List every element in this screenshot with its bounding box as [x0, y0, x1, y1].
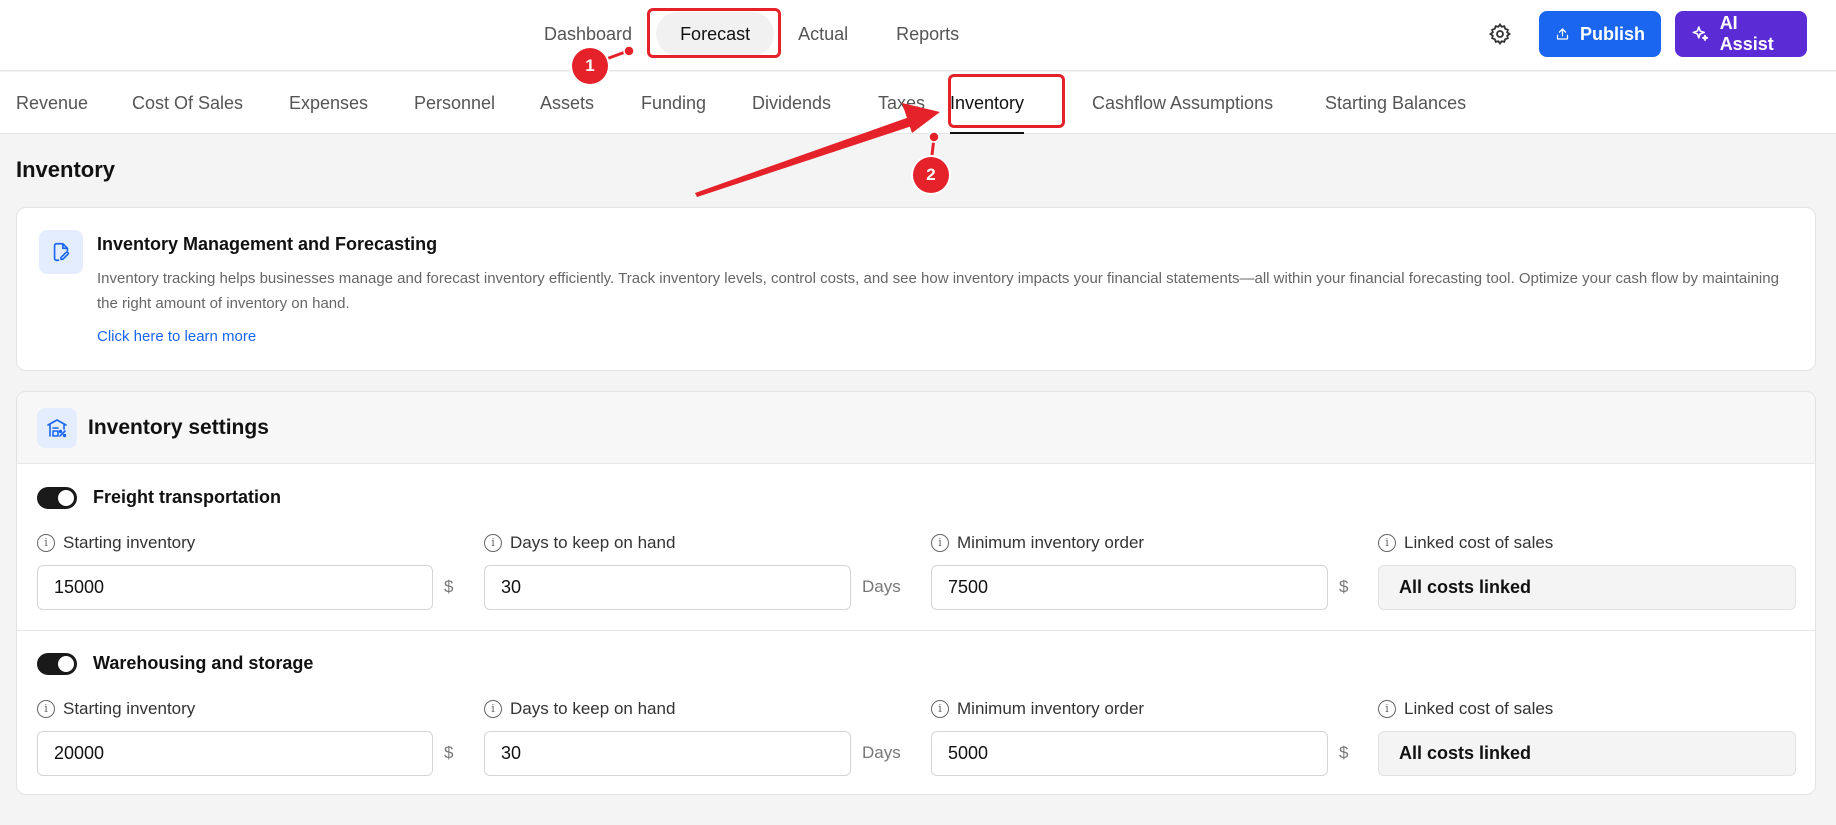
- settings-header: Inventory settings: [17, 392, 1815, 464]
- tab-personnel[interactable]: Personnel: [414, 72, 495, 134]
- warehouse-percent-icon: [37, 408, 77, 448]
- publish-label: Publish: [1579, 23, 1645, 44]
- info-description: Inventory tracking helps businesses mana…: [97, 270, 1779, 312]
- freight-transportation-toggle[interactable]: [37, 487, 77, 509]
- starting-inventory-input[interactable]: 20000: [37, 731, 433, 776]
- annotation-marker-1: 1: [572, 48, 608, 84]
- gear-icon[interactable]: [1488, 22, 1512, 46]
- publish-button[interactable]: Publish: [1539, 11, 1661, 57]
- nav-reports[interactable]: Reports: [872, 12, 983, 56]
- currency-suffix: $: [444, 577, 454, 596]
- ai-assist-label: AI Assist: [1719, 13, 1774, 54]
- section-title: Warehousing and storage: [93, 653, 314, 673]
- section-title: Freight transportation: [93, 487, 281, 507]
- settings-title: Inventory settings: [88, 416, 269, 439]
- tab-cashflow-assumptions[interactable]: Cashflow Assumptions: [1092, 72, 1273, 134]
- info-title: Inventory Management and Forecasting: [97, 234, 438, 254]
- tab-taxes[interactable]: Taxes: [878, 72, 925, 134]
- info-icon[interactable]: i: [1378, 700, 1396, 718]
- days-suffix: Days: [862, 743, 901, 762]
- info-card: Inventory Management and Forecasting Inv…: [16, 207, 1816, 371]
- starting-inventory-input[interactable]: 15000: [37, 565, 433, 610]
- freight-transportation-section: Freight transportation i Starting invento…: [17, 465, 1815, 631]
- top-bar: Dashboard Forecast Actual Reports Publis…: [0, 0, 1836, 71]
- highlight-forecast: [647, 8, 781, 58]
- warehousing-storage-section: Warehousing and storage i Starting invent…: [17, 631, 1815, 794]
- minimum-order-label: i Minimum inventory order: [931, 699, 1144, 719]
- document-edit-icon: [39, 230, 83, 274]
- tab-cost-of-sales[interactable]: Cost Of Sales: [132, 72, 243, 134]
- nav-actual[interactable]: Actual: [774, 12, 872, 56]
- days-on-hand-label: i Days to keep on hand: [484, 699, 675, 719]
- days-on-hand-input[interactable]: 30: [484, 731, 851, 776]
- annotation-marker-2: 2: [913, 157, 949, 193]
- minimum-order-label: i Minimum inventory order: [931, 533, 1144, 553]
- connector-2: [930, 137, 936, 156]
- currency-suffix: $: [1339, 743, 1349, 762]
- info-icon[interactable]: i: [484, 700, 502, 718]
- starting-inventory-label: i Starting inventory: [37, 533, 195, 553]
- starting-inventory-label: i Starting inventory: [37, 699, 195, 719]
- warehousing-storage-toggle[interactable]: [37, 653, 77, 675]
- days-suffix: Days: [862, 577, 901, 596]
- currency-suffix: $: [1339, 577, 1349, 596]
- minimum-order-input[interactable]: 5000: [931, 731, 1328, 776]
- ai-assist-button[interactable]: AI Assist: [1675, 11, 1807, 57]
- info-icon[interactable]: i: [484, 534, 502, 552]
- upload-icon: [1556, 28, 1569, 40]
- minimum-order-input[interactable]: 7500: [931, 565, 1328, 610]
- sparkle-icon: [1692, 26, 1709, 42]
- info-icon[interactable]: i: [931, 700, 949, 718]
- linked-cost-select[interactable]: All costs linked: [1378, 731, 1796, 776]
- highlight-inventory: [948, 74, 1065, 128]
- info-icon[interactable]: i: [37, 534, 55, 552]
- info-icon[interactable]: i: [1378, 534, 1396, 552]
- info-icon[interactable]: i: [37, 700, 55, 718]
- tab-funding[interactable]: Funding: [641, 72, 706, 134]
- tab-dividends[interactable]: Dividends: [752, 72, 831, 134]
- currency-suffix: $: [444, 743, 454, 762]
- forecast-subtabs: Revenue Cost Of Sales Expenses Personnel…: [0, 72, 1836, 134]
- days-on-hand-input[interactable]: 30: [484, 565, 851, 610]
- page-title: Inventory: [16, 157, 116, 182]
- linked-cost-select[interactable]: All costs linked: [1378, 565, 1796, 610]
- days-on-hand-label: i Days to keep on hand: [484, 533, 675, 553]
- linked-cost-label: i Linked cost of sales: [1378, 699, 1553, 719]
- learn-more-link[interactable]: Click here to learn more: [97, 328, 256, 345]
- inventory-settings-card: Inventory settings Freight transportatio…: [16, 391, 1816, 795]
- tab-starting-balances[interactable]: Starting Balances: [1325, 72, 1466, 134]
- linked-cost-label: i Linked cost of sales: [1378, 533, 1553, 553]
- tab-revenue[interactable]: Revenue: [16, 72, 88, 134]
- tab-expenses[interactable]: Expenses: [289, 72, 368, 134]
- info-icon[interactable]: i: [931, 534, 949, 552]
